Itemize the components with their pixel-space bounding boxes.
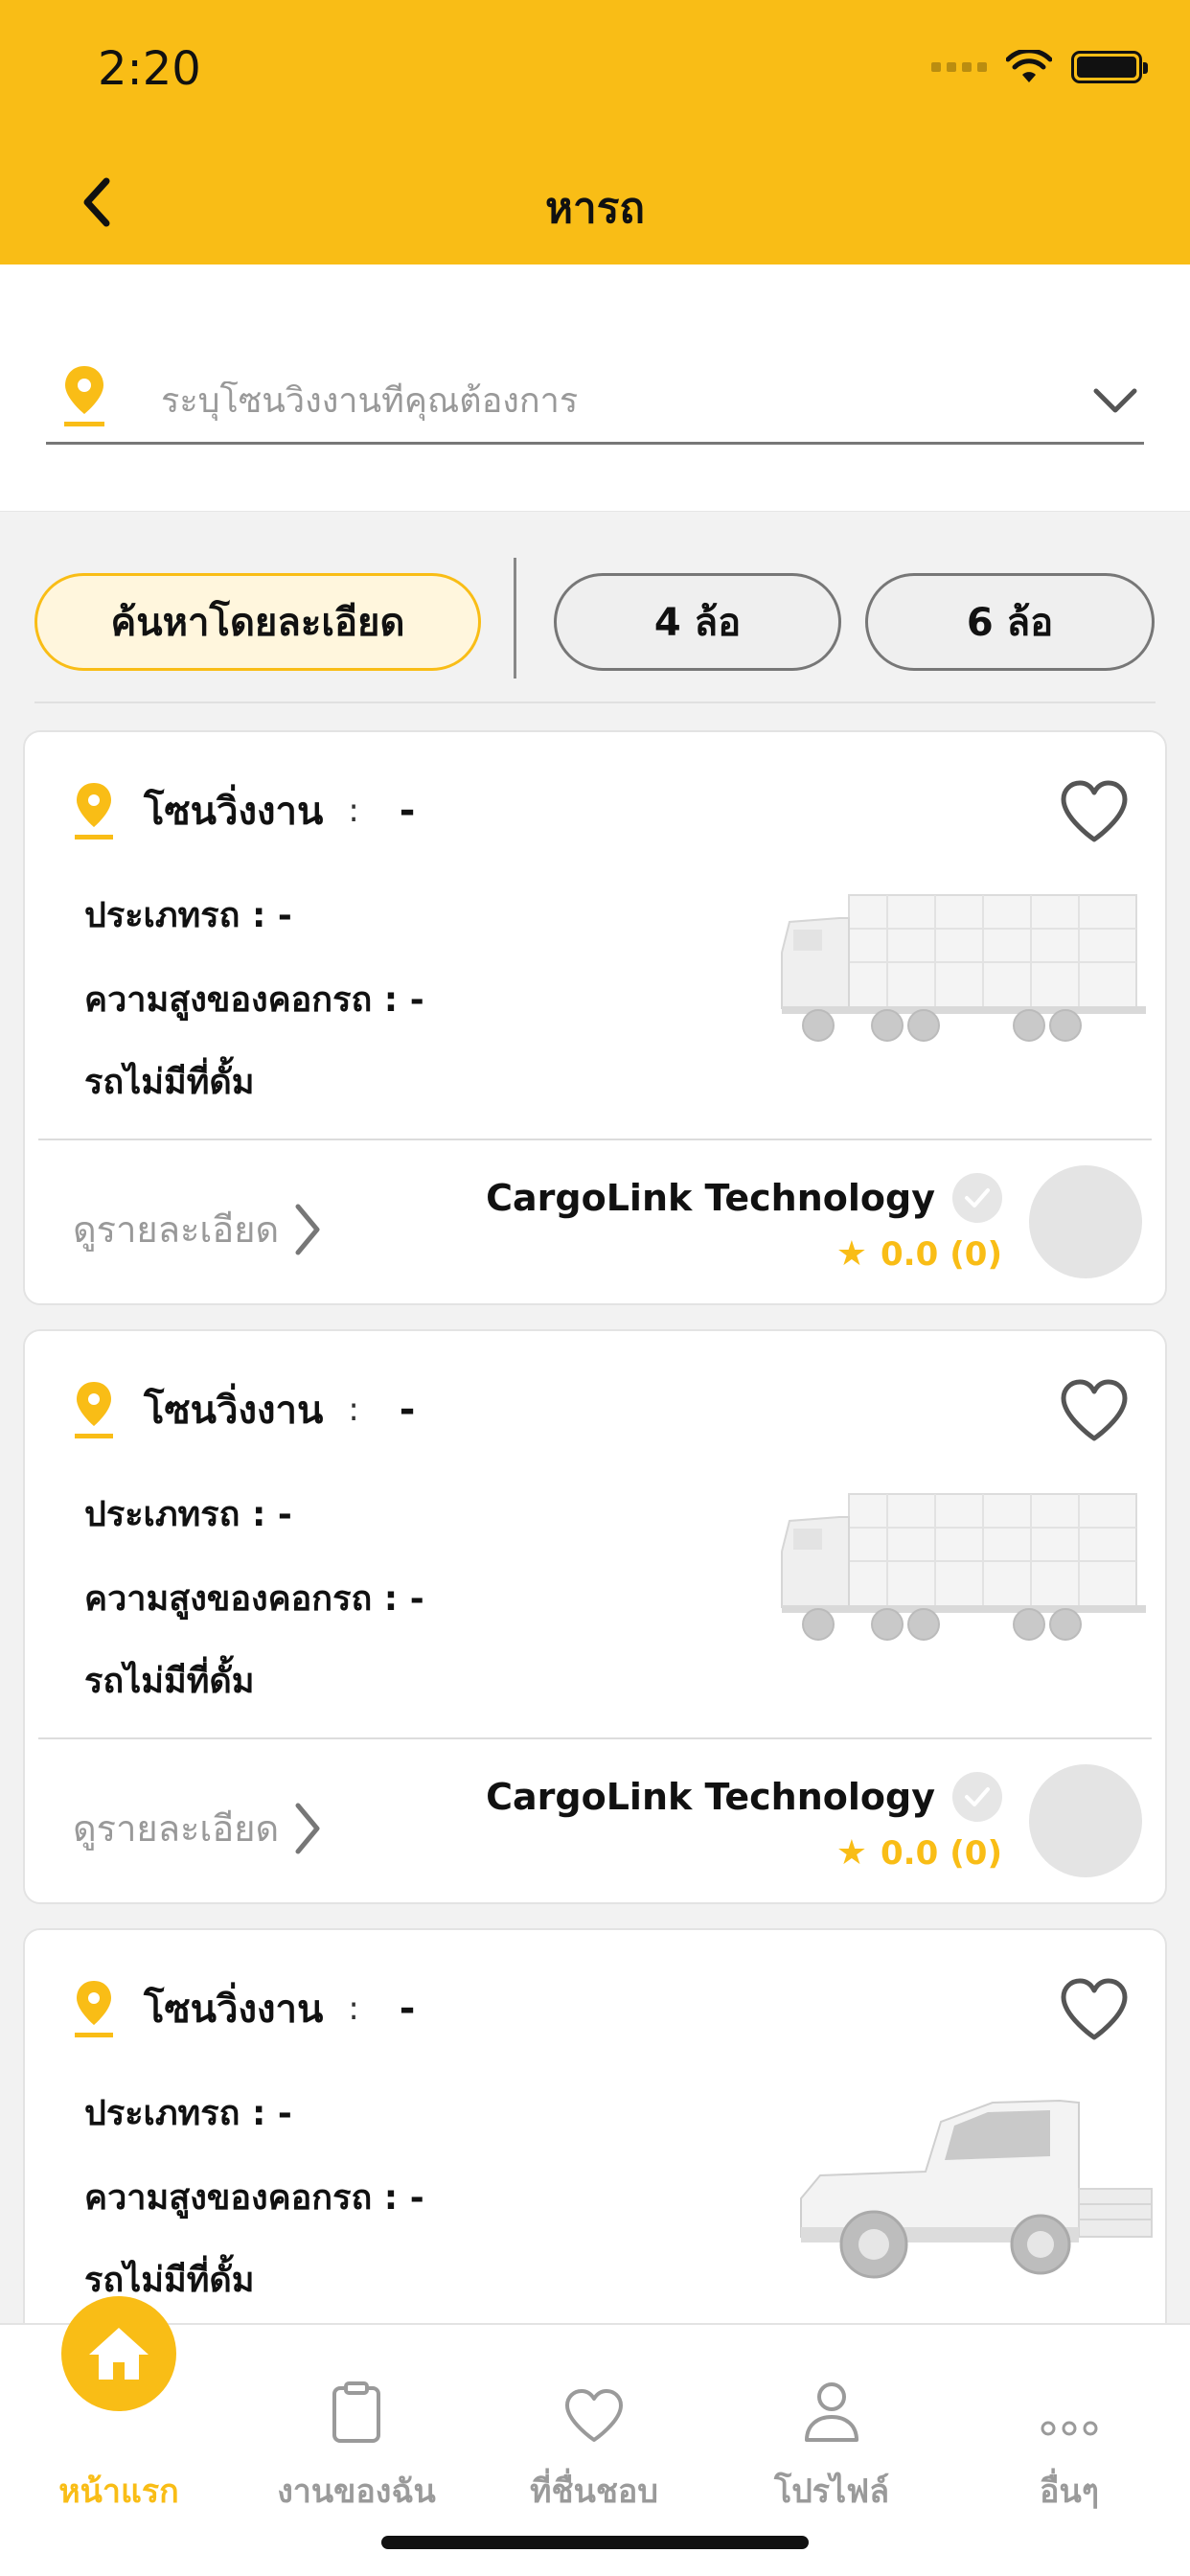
truck-image	[781, 894, 1146, 1042]
location-pin-icon	[75, 1981, 113, 2037]
nav-my-jobs[interactable]: งานของฉัน	[238, 2325, 475, 2517]
zone-select[interactable]	[46, 360, 1144, 445]
more-icon	[1040, 2359, 1099, 2444]
cargo-height: ความสูงของคอกรถ : -	[84, 980, 424, 1020]
chevron-right-icon	[295, 1204, 320, 1254]
clipboard-icon	[332, 2359, 381, 2444]
nav-home-label: หน้าแรก	[58, 2472, 179, 2511]
rating: ★ 0.0 (0)	[836, 1833, 1002, 1873]
top-bar: 2:20 หารถ	[0, 0, 1190, 264]
chevron-down-icon[interactable]	[1087, 373, 1144, 430]
zone-value: -	[399, 1987, 416, 2031]
zone-colon: :	[348, 1990, 359, 2028]
status-time: 2:20	[98, 42, 201, 96]
vehicle-card[interactable]: โซนวิ่งงาน : - ประเภทรถ : - ความสูงของคอ…	[23, 730, 1167, 1305]
company-avatar[interactable]	[1029, 1165, 1142, 1278]
wifi-icon	[1006, 50, 1052, 82]
nav-more[interactable]: อื่นๆ	[950, 2325, 1188, 2517]
zone-panel	[0, 264, 1190, 512]
zone-label: โซนวิ่งงาน	[144, 1988, 324, 2032]
home-indicator	[381, 2536, 809, 2549]
pickup-image	[800, 2099, 1153, 2279]
page-title: หารถ	[545, 184, 645, 233]
nav-favorites[interactable]: ที่ชื่นชอบ	[475, 2325, 713, 2517]
filter-divider	[514, 558, 516, 678]
nav-profile-label: โปรไฟล์	[773, 2472, 890, 2511]
view-details-label: ดูรายละเอียด	[73, 1807, 280, 1850]
zone-colon: :	[348, 1391, 359, 1429]
rating-value: 0.0	[881, 1234, 939, 1274]
company-row: CargoLink Technology	[486, 1772, 1002, 1822]
star-icon: ★	[835, 1234, 868, 1274]
battery-icon	[1071, 51, 1148, 83]
filter-rule	[34, 702, 1156, 703]
zone-colon: :	[348, 792, 359, 830]
verified-check-icon	[952, 1173, 1002, 1223]
nav-home[interactable]: หน้าแรก	[0, 2296, 238, 2517]
nav-my-jobs-label: งานของฉัน	[277, 2472, 436, 2511]
zone-value: -	[399, 789, 416, 833]
truck-image	[781, 1493, 1146, 1641]
filter-advanced-search[interactable]: ค้นหาโดยละเอียด	[34, 573, 481, 671]
cargo-height: ความสูงของคอกรถ : -	[84, 2178, 424, 2218]
favorite-heart-icon[interactable]	[1060, 1379, 1129, 1442]
rating-count: (0)	[950, 1833, 1002, 1873]
vehicle-type: ประเภทรถ : -	[84, 896, 292, 935]
nav-favorites-label: ที่ชื่นชอบ	[530, 2472, 658, 2511]
company-avatar[interactable]	[1029, 1764, 1142, 1877]
vehicle-type: ประเภทรถ : -	[84, 2094, 292, 2133]
location-pin-icon	[75, 783, 113, 840]
filter-bar: ค้นหาโดยละเอียด 4 ล้อ 6 ล้อ	[0, 558, 1190, 703]
card-divider	[38, 1737, 1152, 1739]
favorite-heart-icon[interactable]	[1060, 780, 1129, 843]
card-zone-row: โซนวิ่งงาน : -	[73, 1379, 415, 1440]
nav-more-label: อื่นๆ	[1040, 2472, 1099, 2511]
heart-icon	[563, 2359, 625, 2444]
view-details-label: ดูรายละเอียด	[73, 1208, 280, 1251]
location-pin-icon	[75, 1382, 113, 1438]
rating-count: (0)	[950, 1234, 1002, 1274]
cargo-height: ความสูงของคอกรถ : -	[84, 1579, 424, 1619]
home-icon	[61, 2296, 176, 2411]
status-icons	[931, 50, 1148, 84]
dump-info: รถไม่มีที่ดั้ม	[84, 1662, 255, 1701]
zone-label: โซนวิ่งงาน	[144, 790, 324, 834]
signal-icon	[931, 62, 987, 72]
zone-label: โซนวิ่งงาน	[144, 1389, 324, 1433]
company-name: CargoLink Technology	[486, 1177, 935, 1219]
card-zone-row: โซนวิ่งงาน : -	[73, 780, 415, 841]
view-details-link[interactable]: ดูรายละเอียด	[73, 1799, 323, 1857]
vehicle-card[interactable]: โซนวิ่งงาน : - ประเภทรถ : - ความสูงของคอ…	[23, 1329, 1167, 1904]
user-icon	[803, 2359, 860, 2444]
nav-profile[interactable]: โปรไฟล์	[713, 2325, 950, 2517]
filter-4-wheel[interactable]: 4 ล้อ	[554, 573, 841, 671]
rating: ★ 0.0 (0)	[836, 1234, 1002, 1274]
filter-6-wheel[interactable]: 6 ล้อ	[865, 573, 1155, 671]
star-icon: ★	[835, 1833, 868, 1873]
location-pin-icon	[56, 364, 113, 431]
card-divider	[38, 1138, 1152, 1140]
zone-input[interactable]	[161, 381, 1087, 421]
view-details-link[interactable]: ดูรายละเอียด	[73, 1200, 323, 1258]
favorite-heart-icon[interactable]	[1060, 1978, 1129, 2041]
rating-value: 0.0	[881, 1833, 939, 1873]
card-zone-row: โซนวิ่งงาน : -	[73, 1978, 415, 2039]
vehicle-type: ประเภทรถ : -	[84, 1495, 292, 1534]
chevron-right-icon	[295, 1803, 320, 1853]
company-name: CargoLink Technology	[486, 1776, 935, 1818]
dump-info: รถไม่มีที่ดั้ม	[84, 1063, 255, 1102]
verified-check-icon	[952, 1772, 1002, 1822]
zone-value: -	[399, 1388, 416, 1432]
company-row: CargoLink Technology	[486, 1173, 1002, 1223]
